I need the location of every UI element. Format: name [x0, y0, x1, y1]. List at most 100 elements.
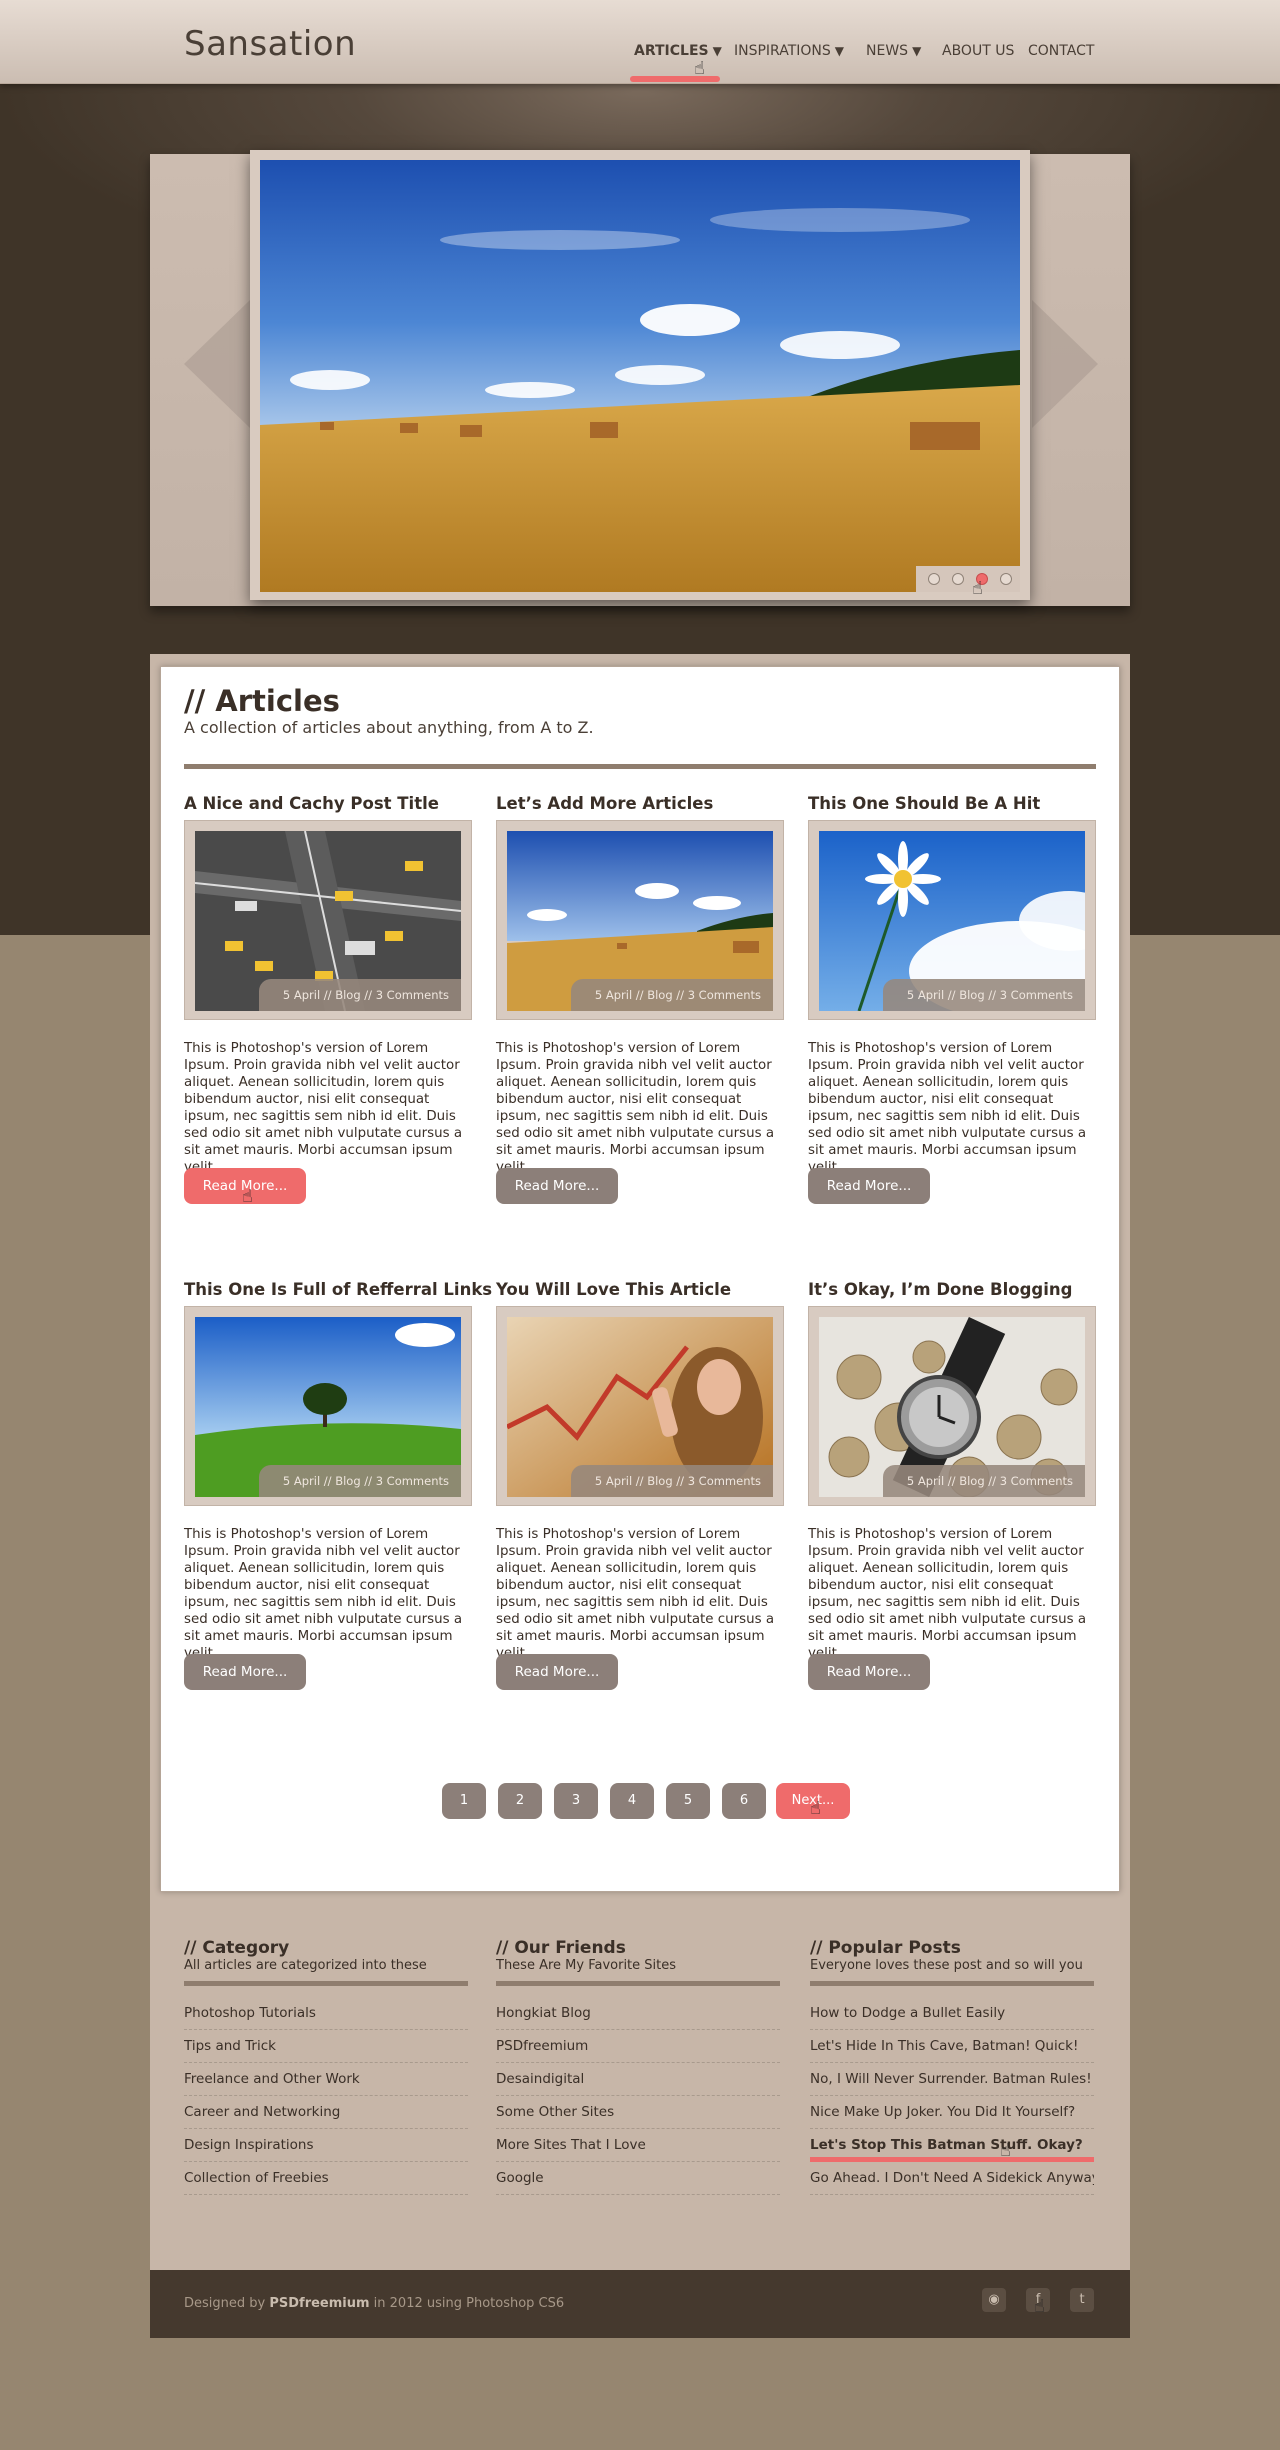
column-subtitle: Everyone loves these post and so will yo… [810, 1958, 1083, 1973]
list-item[interactable]: No, I Will Never Surrender. Batman Rules… [810, 2063, 1094, 2096]
slider-image [260, 160, 1020, 592]
article-title[interactable]: It’s Okay, I’m Done Blogging [808, 1280, 1072, 1299]
list-item[interactable]: PSDfreemium [496, 2030, 780, 2063]
site-logo[interactable]: Sansation [184, 24, 356, 64]
twitter-icon[interactable]: t [1070, 2288, 1094, 2312]
category-list: Photoshop Tutorials Tips and Trick Freel… [184, 1997, 468, 2195]
article-excerpt: This is Photoshop's version of Lorem Ips… [496, 1041, 775, 1175]
pointer-cursor-icon: ☝ [694, 58, 705, 79]
footer-credits: Designed by PSDfreemium in 2012 using Ph… [184, 2296, 564, 2311]
section-subtitle: A collection of articles about anything,… [184, 718, 594, 737]
nav-item-about-us[interactable]: ABOUT US [942, 43, 1014, 59]
read-more-button[interactable]: Read More... [496, 1654, 618, 1690]
article-meta: 5 April // Blog // 3 Comments [883, 979, 1085, 1011]
page-button[interactable]: 2 [498, 1783, 542, 1819]
footer-brand-link[interactable]: PSDfreemium [269, 2296, 369, 2311]
slider-prev-arrow[interactable] [184, 300, 250, 428]
list-item[interactable]: Some Other Sites [496, 2096, 780, 2129]
read-more-button[interactable]: Read More... [184, 1654, 306, 1690]
rss-icon[interactable]: ◉ [982, 2288, 1006, 2312]
article-title[interactable]: This One Should Be A Hit [808, 794, 1040, 813]
footer-credit-suffix: in 2012 using Photoshop CS6 [369, 2296, 565, 2311]
article-title[interactable]: This One Is Full of Refferral Links [184, 1280, 492, 1299]
nav-item-inspirations[interactable]: INSPIRATIONS ▼ [734, 43, 844, 59]
slider-dot[interactable] [952, 573, 964, 585]
nav-label: NEWS [866, 43, 909, 59]
article-excerpt: This is Photoshop's version of Lorem Ips… [808, 1527, 1087, 1661]
read-more-button[interactable]: Read More... [808, 1654, 930, 1690]
article-meta: 5 April // Blog // 3 Comments [571, 979, 773, 1011]
list-item[interactable]: Hongkiat Blog [496, 1997, 780, 2030]
column-divider [184, 1981, 468, 1986]
nav-label: ARTICLES [634, 43, 709, 59]
nav-label: CONTACT [1028, 43, 1095, 59]
popular-posts-list: How to Dodge a Bullet Easily Let's Hide … [810, 1997, 1094, 2195]
article-title[interactable]: You Will Love This Article [496, 1280, 731, 1299]
column-title: // Our Friends [496, 1938, 626, 1958]
list-item[interactable]: Nice Make Up Joker. You Did It Yourself? [810, 2096, 1094, 2129]
slider-pagination [916, 566, 1020, 592]
article-thumbnail-frame: 5 April // Blog // 3 Comments [496, 820, 784, 1020]
article-excerpt: This is Photoshop's version of Lorem Ips… [184, 1041, 463, 1175]
section-divider [184, 764, 1096, 769]
list-item[interactable]: How to Dodge a Bullet Easily [810, 1997, 1094, 2030]
column-title: // Popular Posts [810, 1938, 961, 1958]
nav-item-contact[interactable]: CONTACT [1028, 43, 1094, 59]
footer-credit-prefix: Designed by [184, 2296, 270, 2311]
article-thumbnail-frame: 5 April // Blog // 3 Comments [184, 1306, 472, 1506]
article-meta: 5 April // Blog // 3 Comments [259, 1465, 461, 1497]
article-title[interactable]: Let’s Add More Articles [496, 794, 713, 813]
article-title[interactable]: A Nice and Cachy Post Title [184, 794, 439, 813]
article-thumbnail-frame: 5 April // Blog // 3 Comments [184, 820, 472, 1020]
site-header: Sansation [0, 0, 1280, 84]
nav-label: INSPIRATIONS [734, 43, 831, 59]
column-divider [810, 1981, 1094, 1986]
column-subtitle: All articles are categorized into these [184, 1958, 427, 1973]
page-button[interactable]: 6 [722, 1783, 766, 1819]
page-button[interactable]: 4 [610, 1783, 654, 1819]
nav-active-indicator [630, 76, 720, 82]
read-more-button[interactable]: Read More... [808, 1168, 930, 1204]
list-item[interactable]: Let's Hide In This Cave, Batman! Quick! [810, 2030, 1094, 2063]
article-thumbnail-frame: 5 April // Blog // 3 Comments [808, 1306, 1096, 1506]
list-item-hovered[interactable]: Let's Stop This Batman Stuff. Okay? [810, 2129, 1094, 2162]
list-item[interactable]: Go Ahead. I Don't Need A Sidekick Anyway… [810, 2162, 1094, 2195]
caret-down-icon: ▼ [834, 44, 845, 58]
category-column: // Category All articles are categorized… [184, 1938, 468, 2195]
nav-label: ABOUT US [942, 43, 1015, 59]
list-item[interactable]: Career and Networking [184, 2096, 468, 2129]
friends-column: // Our Friends These Are My Favorite Sit… [496, 1938, 780, 2195]
list-item[interactable]: Tips and Trick [184, 2030, 468, 2063]
list-item[interactable]: Google [496, 2162, 780, 2195]
friends-list: Hongkiat Blog PSDfreemium Desaindigital … [496, 1997, 780, 2195]
list-item[interactable]: Collection of Freebies [184, 2162, 468, 2195]
list-item[interactable]: Design Inspirations [184, 2129, 468, 2162]
column-subtitle: These Are My Favorite Sites [496, 1958, 677, 1973]
pointer-cursor-icon: ☝ [1034, 2296, 1045, 2317]
page-button[interactable]: 5 [666, 1783, 710, 1819]
slider-dot[interactable] [928, 573, 940, 585]
column-title: // Category [184, 1938, 290, 1958]
pointer-cursor-icon: ☝ [242, 1186, 253, 1207]
page-button[interactable]: 3 [554, 1783, 598, 1819]
nav-item-news[interactable]: NEWS ▼ [866, 43, 921, 59]
slider-dot[interactable] [1000, 573, 1012, 585]
caret-down-icon: ▼ [712, 44, 722, 58]
page-button[interactable]: 1 [442, 1783, 486, 1819]
list-item[interactable]: More Sites That I Love [496, 2129, 780, 2162]
column-divider [496, 1981, 780, 1986]
read-more-button[interactable]: Read More... [496, 1168, 618, 1204]
list-item[interactable]: Freelance and Other Work [184, 2063, 468, 2096]
list-item[interactable]: Desaindigital [496, 2063, 780, 2096]
article-excerpt: This is Photoshop's version of Lorem Ips… [808, 1041, 1087, 1175]
section-title: // Articles [184, 684, 340, 718]
list-item[interactable]: Photoshop Tutorials [184, 1997, 468, 2030]
article-meta: 5 April // Blog // 3 Comments [883, 1465, 1085, 1497]
slider-next-arrow[interactable] [1032, 300, 1098, 428]
pointer-cursor-icon: ☝ [972, 578, 983, 599]
article-thumbnail-frame: 5 April // Blog // 3 Comments [808, 820, 1096, 1020]
article-thumbnail-frame: 5 April // Blog // 3 Comments [496, 1306, 784, 1506]
article-meta: 5 April // Blog // 3 Comments [259, 979, 461, 1011]
article-meta: 5 April // Blog // 3 Comments [571, 1465, 773, 1497]
nav-item-articles[interactable]: ARTICLES ▼ [634, 43, 722, 59]
